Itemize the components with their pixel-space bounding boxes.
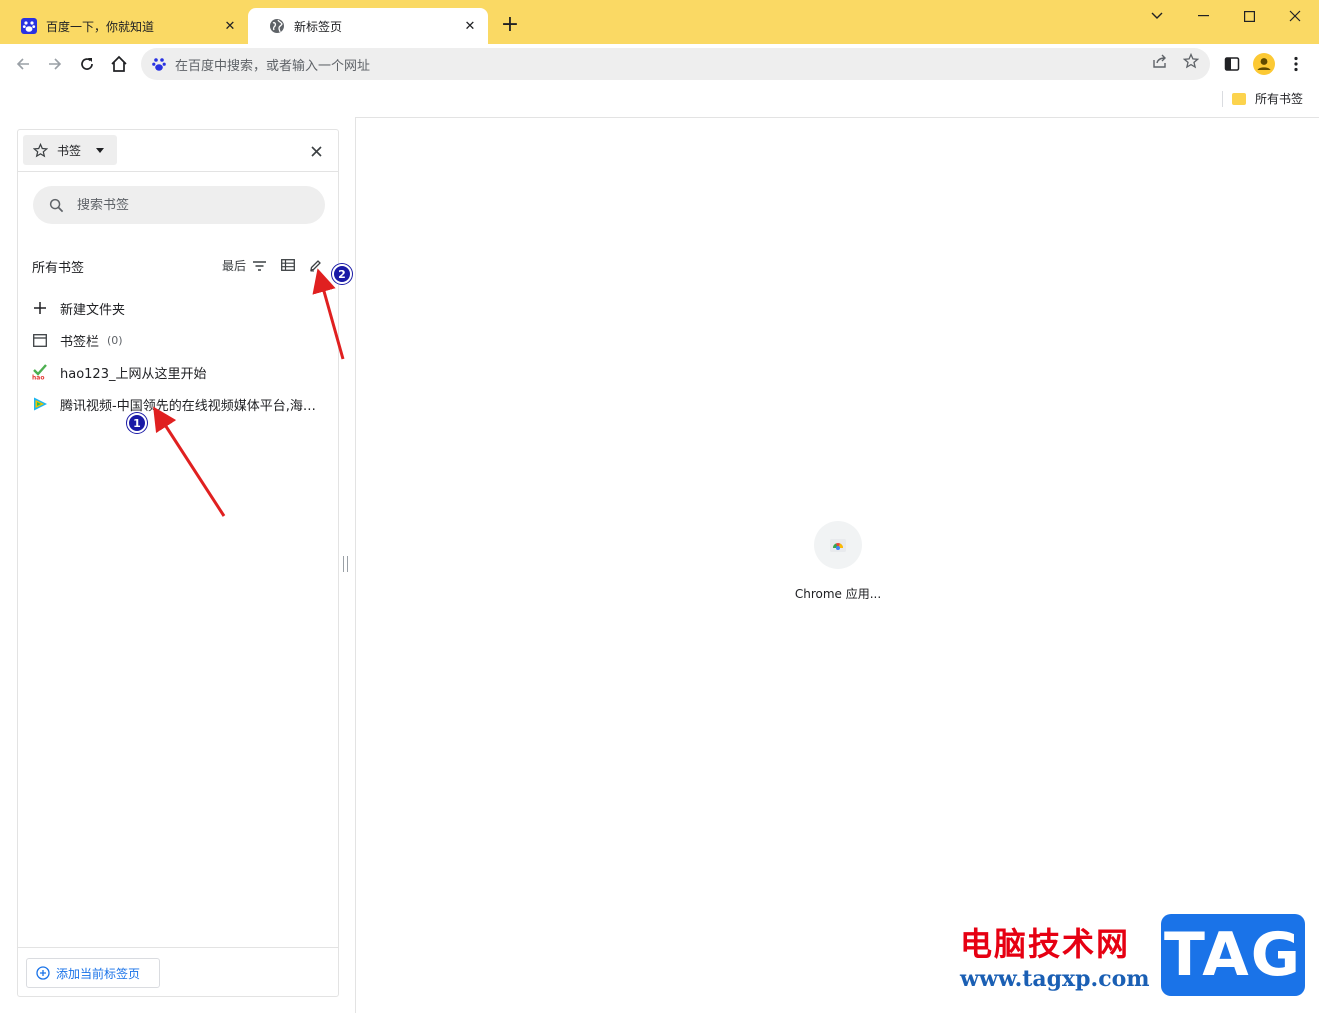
menu-kebab-icon[interactable] — [1282, 50, 1310, 78]
edit-pencil-icon[interactable] — [307, 257, 323, 273]
watermark-url: www.tagxp.com — [960, 966, 1150, 992]
bookmarks-side-panel: 书签 所有书签 最后 新建文件夹 — [17, 129, 339, 997]
bookmark-search-box[interactable] — [33, 186, 325, 224]
title-bar: 百度一下，你就知道 ✕ 新标签页 ✕ + — [0, 0, 1319, 44]
plus-icon — [32, 300, 48, 316]
side-panel-header: 书签 — [18, 130, 338, 172]
bookmark-item-hao123[interactable]: hao hao123_上网从这里开始 — [18, 356, 338, 388]
side-panel-resize-handle[interactable] — [343, 556, 348, 572]
omnibox-placeholder: 在百度中搜索，或者输入一个网址 — [175, 58, 371, 74]
tab-title: 百度一下，你就知道 — [46, 19, 155, 34]
all-bookmarks-folder[interactable]: 所有书签 — [1232, 90, 1303, 107]
new-folder-item[interactable]: 新建文件夹 — [18, 292, 338, 324]
new-tab-page: Chrome 应用... — [355, 117, 1319, 1013]
bookmark-item-tencent-video[interactable]: 腾讯视频-中国领先的在线视频媒体平台,海量高清视频在线观看 — [18, 388, 338, 420]
tab-close-icon[interactable]: ✕ — [460, 16, 480, 36]
watermark-title: 电脑技术网 — [960, 925, 1131, 963]
chrome-apps-icon — [814, 521, 862, 569]
maximize-icon[interactable] — [1226, 2, 1272, 30]
tab-new-tab[interactable]: 新标签页 ✕ — [248, 8, 488, 44]
bookmark-list: 新建文件夹 书签栏 (0) hao hao123_上网从这里开始 腾讯视频-中国… — [18, 292, 338, 420]
add-current-tab-button[interactable]: 添加当前标签页 — [26, 958, 160, 988]
list-item-label: 新建文件夹 — [60, 302, 126, 318]
sort-button[interactable]: 最后 — [222, 257, 266, 274]
folder-label: 所有书签 — [1255, 92, 1304, 106]
sort-label: 最后 — [222, 259, 247, 273]
bookmark-search-input[interactable] — [77, 197, 297, 213]
add-circle-icon — [36, 966, 50, 980]
shortcut-chrome-apps[interactable]: Chrome 应用... — [788, 521, 888, 602]
tab-baidu[interactable]: 百度一下，你就知道 ✕ — [0, 8, 248, 44]
baidu-paw-icon — [21, 18, 37, 34]
side-panel-title: 书签 — [57, 143, 82, 158]
annotation-badge-1: 1 — [127, 413, 147, 433]
close-window-icon[interactable] — [1272, 2, 1318, 30]
svg-text:hao: hao — [32, 375, 44, 381]
reload-icon[interactable] — [73, 50, 101, 78]
section-title: 所有书签 — [32, 261, 85, 276]
minimize-icon[interactable] — [1180, 2, 1226, 30]
home-icon[interactable] — [105, 50, 133, 78]
dropdown-caret-icon — [96, 147, 105, 153]
shortcut-label: Chrome 应用... — [794, 587, 882, 601]
tab-search-chevron-icon[interactable] — [1134, 2, 1180, 30]
back-arrow-icon[interactable] — [9, 50, 37, 78]
view-list-icon[interactable] — [280, 257, 296, 273]
filter-lines-icon — [252, 259, 266, 273]
star-outline-icon — [32, 142, 48, 158]
side-panel-icon[interactable] — [1218, 50, 1246, 78]
share-icon[interactable] — [1151, 52, 1169, 70]
hao123-favicon: hao — [32, 364, 48, 380]
toolbar: 在百度中搜索，或者输入一个网址 — [0, 44, 1319, 84]
profile-avatar-icon[interactable] — [1250, 50, 1278, 78]
watermark-logo: TAG — [1161, 914, 1305, 996]
bookmark-star-icon[interactable] — [1182, 52, 1200, 70]
bookmarks-bar: 所有书签 — [0, 84, 1319, 114]
search-icon — [47, 196, 65, 214]
list-item-label: 书签栏 — [60, 334, 100, 350]
bookmarks-bar-folder-icon — [32, 332, 48, 348]
omnibox[interactable]: 在百度中搜索，或者输入一个网址 — [141, 48, 1210, 80]
annotation-badge-2: 2 — [332, 264, 352, 284]
side-panel-selector[interactable]: 书签 — [23, 135, 117, 165]
bookmarks-bar-divider — [1222, 91, 1223, 107]
new-tab-plus-icon[interactable]: + — [498, 14, 522, 38]
folder-count: (0) — [107, 333, 123, 347]
add-current-tab-label: 添加当前标签页 — [56, 966, 141, 981]
tencent-video-favicon — [32, 396, 48, 412]
forward-arrow-icon[interactable] — [41, 50, 69, 78]
folder-icon — [1232, 92, 1246, 105]
globe-icon — [269, 18, 285, 34]
list-item-label: 腾讯视频-中国领先的在线视频媒体平台,海量高清视频在线观看 — [60, 398, 326, 414]
close-side-panel-icon[interactable] — [306, 141, 326, 161]
bookmarks-bar-folder-item[interactable]: 书签栏 (0) — [18, 324, 338, 356]
baidu-paw-icon — [151, 56, 167, 72]
list-item-label: hao123_上网从这里开始 — [60, 366, 207, 382]
side-panel-footer: 添加当前标签页 — [18, 947, 338, 997]
tab-close-icon[interactable]: ✕ — [220, 16, 240, 36]
tab-title: 新标签页 — [294, 19, 343, 34]
